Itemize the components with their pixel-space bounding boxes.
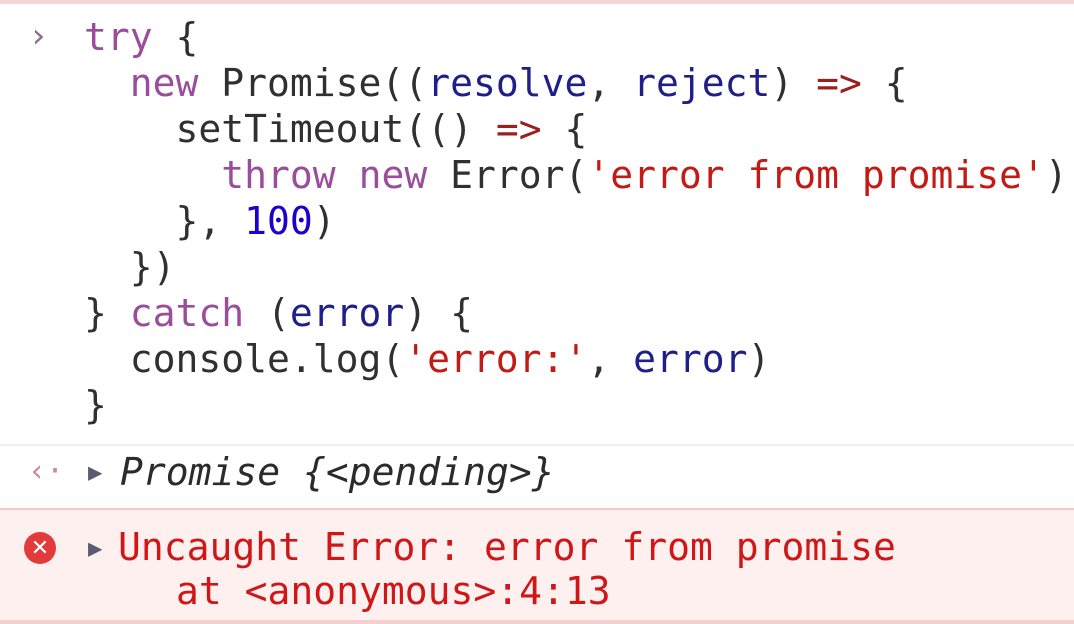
result-value[interactable]: Promise {<pending>}	[120, 450, 555, 494]
code-token: error	[289, 291, 405, 335]
code-token: 'error from promise'	[587, 153, 1045, 197]
code-line: }	[84, 382, 107, 428]
error-stack-location[interactable]: at <anonymous>:4:13	[176, 568, 611, 614]
code-token: 100	[244, 199, 313, 243]
code-token: )	[1044, 153, 1068, 197]
code-token: {	[541, 107, 588, 151]
code-line: }, 100)	[84, 198, 336, 244]
code-token: ,	[587, 337, 634, 381]
code-token: new	[358, 153, 428, 197]
code-token: }	[84, 291, 130, 335]
code-token: })	[84, 245, 176, 289]
expand-triangle-icon[interactable]: ▶	[88, 458, 102, 486]
error-message-box: ✕ ▶ Uncaught Error: error from promise a…	[0, 508, 1074, 624]
code-token: )	[747, 337, 771, 381]
code-token: {	[152, 15, 199, 59]
code-token: throw	[221, 153, 336, 197]
code-token: console.log(	[84, 337, 405, 381]
chevron-right-icon: ›	[28, 16, 49, 56]
code-token: try	[84, 15, 153, 59]
code-token: setTimeout(()	[84, 107, 496, 151]
code-token: new	[129, 61, 199, 105]
code-line: new Promise((resolve, reject) => {	[84, 60, 908, 106]
code-token: error	[633, 337, 748, 381]
code-token: reject	[633, 61, 771, 105]
result-row: ‹· ▶ Promise {<pending>}	[0, 446, 1074, 506]
bottom-divider	[0, 620, 1074, 624]
code-token: ) {	[404, 291, 473, 335]
expand-triangle-icon[interactable]: ▶	[88, 534, 102, 562]
devtools-console: › try { new Promise((resolve, reject) =>…	[0, 0, 1074, 624]
code-token: =>	[495, 107, 542, 151]
code-token: ,	[587, 61, 634, 105]
code-line: setTimeout(() => {	[84, 106, 588, 152]
code-token: )	[770, 61, 817, 105]
code-token: (	[244, 291, 290, 335]
error-message[interactable]: Uncaught Error: error from promise	[118, 524, 896, 570]
code-token: resolve	[427, 61, 588, 105]
code-token: Error(	[427, 153, 588, 197]
code-line: throw new Error('error from promise')	[84, 152, 1068, 198]
code-token: )	[312, 199, 336, 243]
code-line: } catch (error) {	[84, 290, 473, 336]
code-line: console.log('error:', error)	[84, 336, 771, 382]
code-line: try {	[84, 14, 198, 60]
code-token: 'error:'	[404, 337, 588, 381]
error-icon: ✕	[24, 532, 56, 564]
top-divider	[0, 0, 1074, 4]
return-value-icon: ‹·	[28, 454, 65, 489]
code-token: =>	[816, 61, 862, 105]
code-line: })	[84, 244, 176, 290]
code-token: }	[84, 383, 107, 427]
code-token: {	[861, 61, 908, 105]
code-token: Promise((	[198, 61, 428, 105]
code-token: },	[84, 199, 245, 243]
code-token: catch	[129, 291, 245, 335]
